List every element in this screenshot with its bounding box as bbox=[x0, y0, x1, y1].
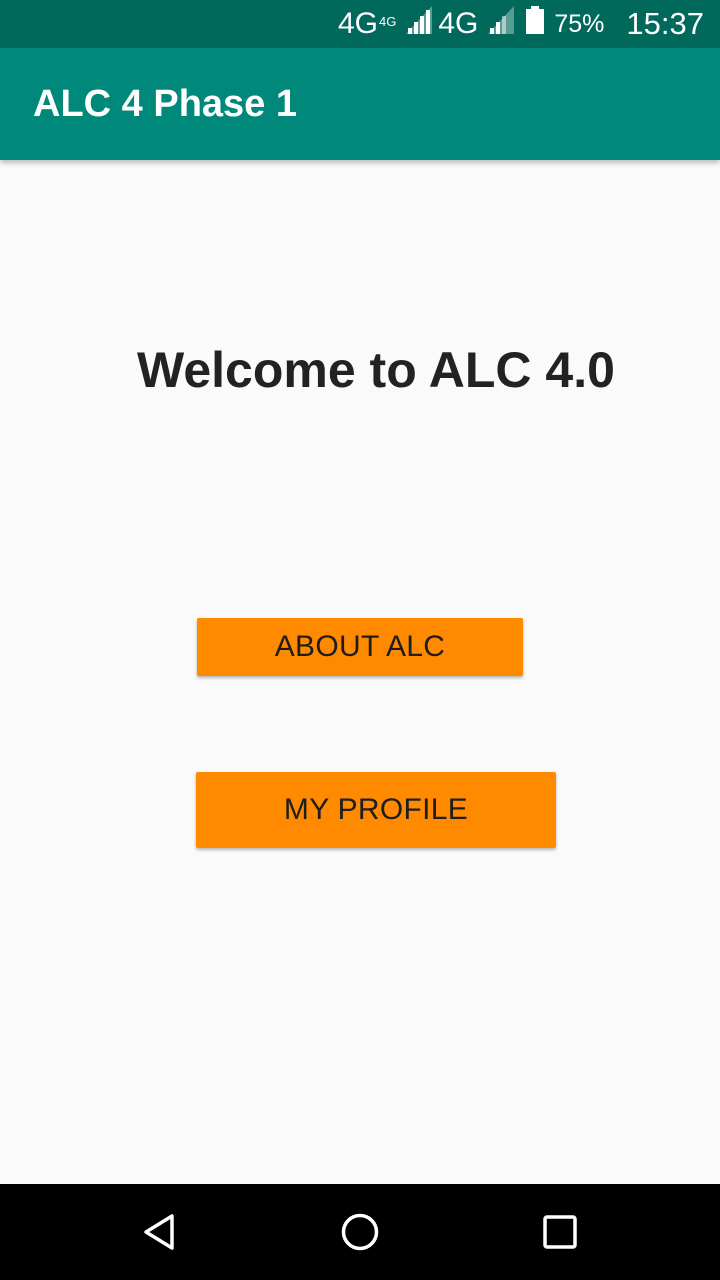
navigation-bar bbox=[0, 1184, 720, 1280]
recents-icon bbox=[543, 1215, 577, 1249]
welcome-heading: Welcome to ALC 4.0 bbox=[137, 342, 615, 398]
signal-icon bbox=[488, 6, 515, 42]
battery-icon bbox=[526, 6, 545, 42]
home-button[interactable] bbox=[300, 1184, 420, 1280]
my-profile-button[interactable]: MY PROFILE bbox=[196, 772, 556, 848]
back-icon bbox=[144, 1214, 174, 1250]
recents-button[interactable] bbox=[500, 1184, 620, 1280]
home-icon bbox=[341, 1213, 379, 1251]
back-button[interactable] bbox=[100, 1184, 220, 1280]
battery-percent: 75% bbox=[554, 9, 605, 38]
app-bar: ALC 4 Phase 1 bbox=[0, 48, 720, 160]
about-alc-button[interactable]: ABOUT ALC bbox=[197, 618, 523, 676]
clock: 15:37 bbox=[626, 6, 704, 41]
app-title: ALC 4 Phase 1 bbox=[33, 82, 297, 125]
status-bar: 4G 4G 4G 75% 15:37 bbox=[0, 0, 720, 48]
network-type-2: 4G bbox=[438, 7, 479, 40]
network-type-1: 4G 4G bbox=[337, 7, 397, 40]
signal-icon bbox=[406, 6, 433, 42]
